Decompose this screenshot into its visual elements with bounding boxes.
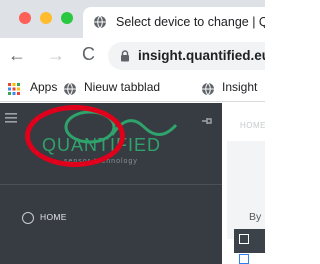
filter-label: By [249, 211, 262, 223]
bookmark-nieuw-tabblad[interactable]: Nieuw tabblad [84, 80, 160, 94]
minimize-window-button[interactable] [40, 12, 52, 24]
close-window-button[interactable] [19, 12, 31, 24]
sidebar-divider [0, 184, 222, 185]
sidebar-item-home[interactable]: HOME [0, 207, 222, 231]
content-panel [227, 141, 265, 239]
lock-icon [121, 50, 129, 62]
globe-icon [94, 15, 106, 29]
select-all-checkbox[interactable] [239, 234, 249, 244]
bookmarks-bar: Apps Nieuw tabblad Insight [0, 74, 265, 102]
bookmark-insight[interactable]: Insight [222, 80, 257, 94]
apps-grid-icon[interactable] [8, 83, 20, 95]
row-checkbox[interactable] [239, 254, 249, 264]
browser-window: Select device to change | Quantified ← →… [0, 0, 265, 264]
back-button[interactable]: ← [8, 46, 26, 64]
maximize-window-button[interactable] [61, 12, 73, 24]
sidebar: QUANTIFIED sensor technology HOME [0, 103, 222, 264]
tab-title: Select device to change | Quantified [116, 15, 265, 29]
highlight-annotation-circle [25, 105, 125, 167]
web-page: QUANTIFIED sensor technology HOME HOME B… [0, 103, 265, 264]
reload-button[interactable]: C [82, 45, 95, 63]
browser-toolbar: ← → C insight.quantified.eu [0, 38, 265, 74]
active-tab[interactable]: Select device to change | Quantified [83, 7, 265, 38]
url-text: insight.quantified.eu [138, 48, 265, 63]
main-content: HOME By [222, 103, 265, 264]
forward-button[interactable]: → [47, 46, 65, 64]
address-bar[interactable]: insight.quantified.eu [108, 42, 265, 70]
globe-icon [64, 82, 76, 96]
breadcrumb[interactable]: HOME [240, 121, 265, 130]
hamburger-menu-icon[interactable] [5, 113, 17, 123]
sidebar-item-label: HOME [40, 212, 67, 222]
tab-strip: Select device to change | Quantified [0, 0, 265, 38]
pin-icon[interactable] [201, 115, 213, 127]
circle-icon [22, 212, 34, 224]
bookmark-apps[interactable]: Apps [30, 80, 57, 94]
globe-icon [202, 82, 214, 96]
